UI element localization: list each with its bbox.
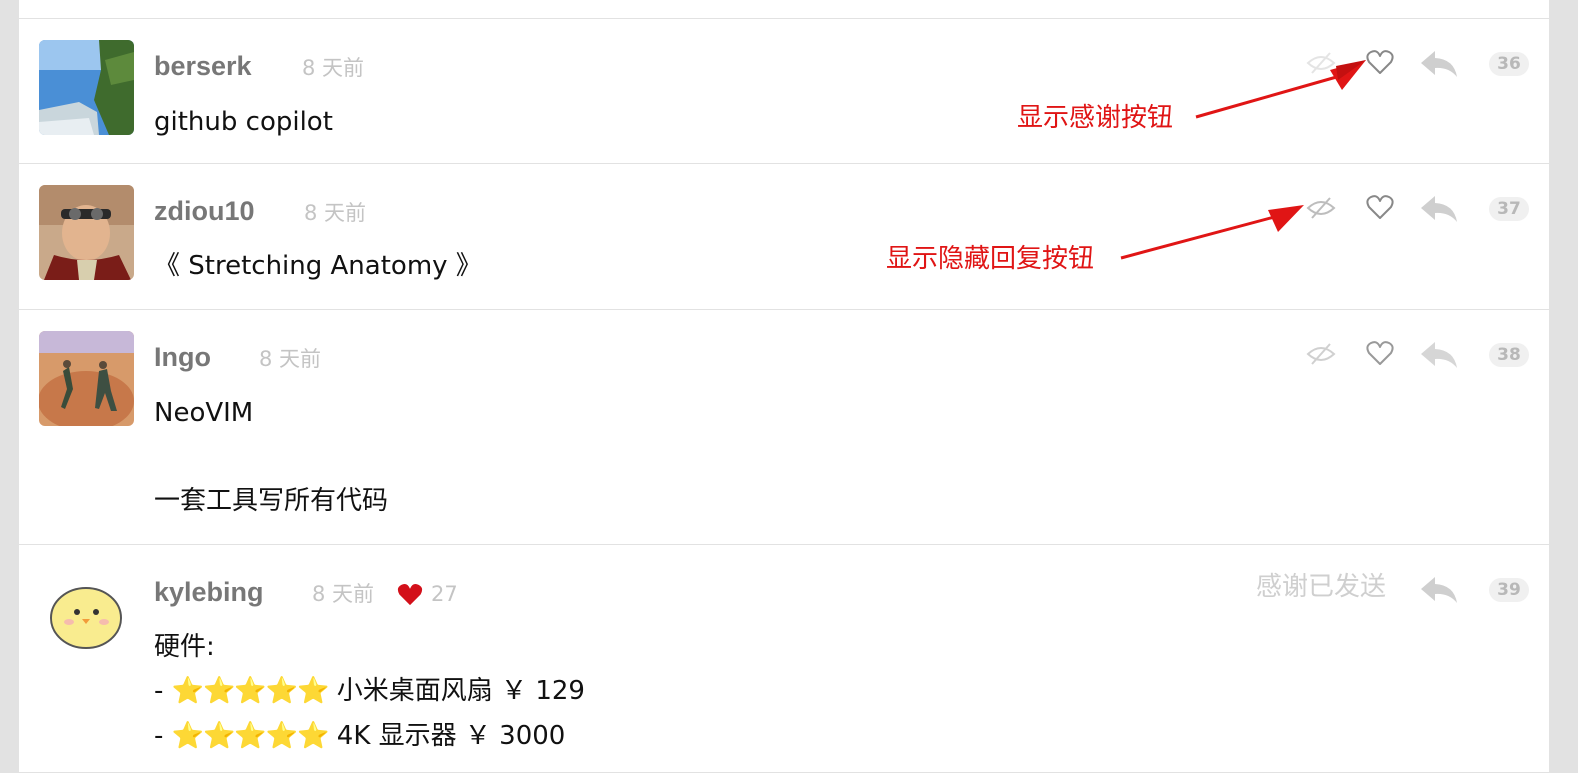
star-rating: ⭐⭐⭐⭐⭐: [171, 721, 330, 751]
reply-content-line: - ⭐⭐⭐⭐⭐ 4K 显示器 ￥ 3000: [154, 719, 565, 753]
reply-content-line: 硬件:: [154, 632, 215, 662]
reply-item: Ingo 8 天前 NeoVIM 一套工具写所有代码 38: [19, 309, 1549, 545]
heart-filled-icon: [397, 584, 423, 606]
list-prefix: -: [154, 676, 172, 706]
time-ago: 8 天前: [259, 347, 322, 371]
hide-icon[interactable]: [1306, 195, 1336, 221]
reply-list: berserk 8 天前 github copilot 36 zdiou10 8…: [19, 0, 1549, 772]
reply-content: github copilot: [154, 107, 333, 137]
heart-outline-icon[interactable]: [1366, 49, 1394, 75]
reply-number: 37: [1489, 197, 1529, 221]
thanks-count: 27: [431, 582, 458, 606]
hide-icon[interactable]: [1306, 50, 1336, 76]
reply-item: zdiou10 8 天前 《 Stretching Anatomy 》 37: [19, 163, 1549, 310]
time-ago: 8 天前: [312, 582, 375, 606]
avatar[interactable]: [39, 185, 134, 280]
reply-item: berserk 8 天前 github copilot 36: [19, 18, 1549, 164]
reply-number: 36: [1489, 52, 1529, 76]
reply-arrow-icon[interactable]: [1419, 340, 1459, 370]
reply-item: kylebing 8 天前 27 感谢已发送 39 硬件: - ⭐⭐⭐⭐⭐ 小米…: [19, 544, 1549, 773]
avatar[interactable]: [39, 566, 134, 661]
list-prefix: -: [154, 721, 172, 751]
time-ago: 8 天前: [304, 201, 367, 225]
reply-arrow-icon[interactable]: [1419, 194, 1459, 224]
reply-content-line: NeoVIM: [154, 398, 254, 428]
username[interactable]: Ingo: [154, 341, 211, 373]
annotation-thanks-button: 显示感谢按钮: [1017, 103, 1174, 133]
annotation-hide-reply-button: 显示隐藏回复按钮: [886, 244, 1095, 274]
hide-icon[interactable]: [1306, 341, 1336, 367]
username[interactable]: berserk: [154, 50, 252, 82]
reply-arrow-icon[interactable]: [1419, 575, 1459, 605]
thanks-sent-label: 感谢已发送: [1256, 572, 1387, 602]
reply-number: 39: [1489, 578, 1529, 602]
reply-arrow-icon[interactable]: [1419, 49, 1459, 79]
heart-outline-icon[interactable]: [1366, 194, 1394, 220]
avatar[interactable]: [39, 331, 134, 426]
reply-content-line: - ⭐⭐⭐⭐⭐ 小米桌面风扇 ￥ 129: [154, 674, 585, 708]
item-text: 小米桌面风扇 ￥ 129: [328, 676, 585, 706]
item-text: 4K 显示器 ￥ 3000: [328, 721, 566, 751]
username[interactable]: kylebing: [154, 576, 264, 608]
time-ago: 8 天前: [302, 56, 365, 80]
star-rating: ⭐⭐⭐⭐⭐: [171, 676, 330, 706]
reply-number: 38: [1489, 343, 1529, 367]
reply-content-line: 一套工具写所有代码: [154, 486, 389, 516]
avatar[interactable]: [39, 40, 134, 135]
reply-content: 《 Stretching Anatomy 》: [154, 251, 482, 281]
username[interactable]: zdiou10: [154, 195, 255, 227]
heart-outline-icon[interactable]: [1366, 340, 1394, 366]
